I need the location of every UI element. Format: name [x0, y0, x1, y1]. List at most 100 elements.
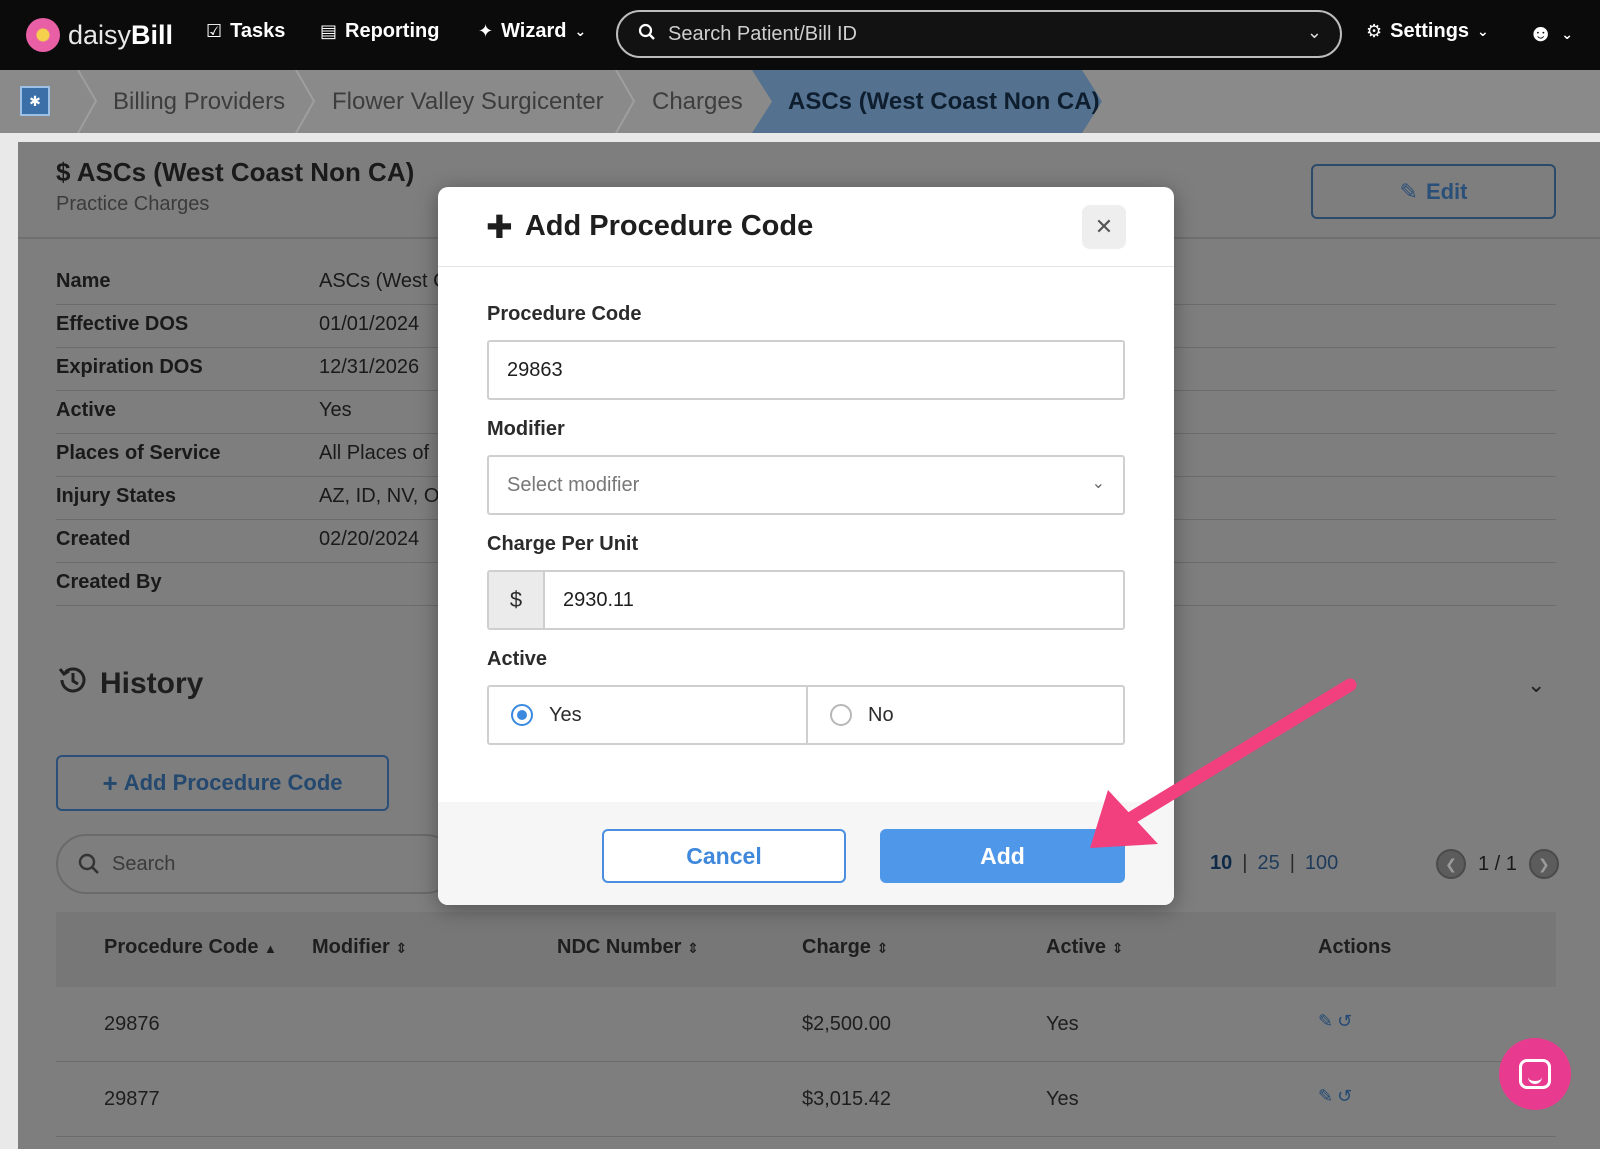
column-header-modifier[interactable]: Modifier ⇕: [312, 936, 407, 959]
breadcrumb-current-page: ASCs (West Coast Non CA): [752, 70, 1102, 133]
history-icon: [56, 663, 90, 705]
table-search-placeholder: Search: [112, 852, 176, 875]
search-icon: [638, 23, 656, 46]
bar-chart-icon: ▤: [320, 21, 338, 41]
charge-per-unit-label: Charge Per Unit: [487, 533, 639, 555]
chevron-down-icon[interactable]: ⌄: [1307, 22, 1322, 43]
currency-addon: $: [489, 572, 545, 628]
page-size-25[interactable]: 25: [1257, 852, 1279, 875]
active-yes-label: Yes: [549, 703, 582, 726]
active-yes-option[interactable]: Yes: [489, 687, 806, 743]
chat-icon: [1519, 1059, 1551, 1089]
column-header-procedure-code[interactable]: Procedure Code ▲: [104, 936, 277, 959]
sort-icon: ⇕: [876, 940, 889, 956]
breadcrumb-flower-valley-surgicenter[interactable]: Flower Valley Surgicenter: [332, 70, 604, 133]
add-button[interactable]: Add: [880, 829, 1125, 883]
billing-provider-home-icon[interactable]: ✱: [20, 86, 50, 116]
detail-label: Effective DOS: [56, 313, 189, 335]
nav-reporting[interactable]: ▤ Reporting: [320, 20, 439, 43]
breadcrumb-separator: [77, 70, 98, 133]
logo-text-light: daisy: [68, 19, 132, 50]
page-indicator: 1 / 1: [1478, 852, 1517, 875]
sort-icon: ⇕: [395, 940, 408, 956]
procedure-code-value: 29863: [507, 358, 563, 381]
previous-page-icon[interactable]: ❮: [1436, 849, 1466, 879]
close-icon[interactable]: ✕: [1082, 205, 1126, 249]
next-page-icon[interactable]: ❯: [1528, 849, 1559, 879]
breadcrumb: ✱ Billing Providers Flower Valley Surgic…: [0, 70, 1600, 133]
charge-per-unit-input[interactable]: $ 2930.11: [487, 570, 1125, 630]
edit-icon[interactable]: ✎: [1318, 1086, 1333, 1107]
row-actions: ✎ ↺: [1318, 1011, 1352, 1032]
patient-search-box[interactable]: ⌄: [616, 10, 1342, 58]
table-search-input[interactable]: Search: [56, 834, 456, 894]
active-no-option[interactable]: No: [806, 687, 1123, 743]
gear-icon: ⚙: [1366, 21, 1383, 41]
column-header-active[interactable]: Active ⇕: [1046, 936, 1123, 959]
breadcrumb-separator: [295, 70, 316, 133]
user-circle-icon: ☻: [1528, 20, 1554, 47]
daisy-flower-icon: [26, 18, 60, 52]
breadcrumb-separator: [615, 70, 636, 133]
chevron-down-icon: ⌄: [1561, 25, 1573, 42]
cell-procedure-code: 29876: [104, 1013, 160, 1035]
detail-label: Injury States: [56, 485, 177, 507]
add-procedure-code-button[interactable]: + Add Procedure Code: [56, 755, 389, 811]
patient-search-input[interactable]: [668, 22, 1268, 46]
modal-footer: Cancel Add: [438, 802, 1174, 905]
chat-launcher-button[interactable]: [1499, 1038, 1571, 1110]
logo-text-bold: Bill: [131, 19, 174, 50]
modifier-select[interactable]: Select modifier ⌄: [487, 455, 1125, 515]
table-row: 29877 $3,015.42 Yes ✎ ↺: [56, 1062, 1556, 1137]
breadcrumb-billing-providers[interactable]: Billing Providers: [113, 70, 285, 133]
daisybill-logo[interactable]: daisy Bill: [26, 18, 173, 52]
edit-button-label: Edit: [1425, 178, 1468, 204]
history-icon[interactable]: ↺: [1337, 1086, 1352, 1107]
page-size-10[interactable]: 10: [1210, 852, 1232, 875]
chevron-down-icon[interactable]: ⌄: [1527, 672, 1545, 698]
table-header: Procedure Code ▲ Modifier ⇕ NDC Number ⇕…: [56, 912, 1556, 987]
detail-value: Yes: [319, 399, 352, 421]
cell-charge: $3,015.42: [802, 1088, 891, 1110]
column-header-ndc-number[interactable]: NDC Number ⇕: [557, 936, 699, 959]
nav-wizard[interactable]: ✦ Wizard ⌄: [478, 20, 586, 43]
column-header-label: Modifier: [312, 936, 390, 958]
detail-value: 12/31/2026: [319, 356, 420, 378]
sort-icon: ⇕: [1111, 940, 1124, 956]
edit-icon: ✎: [1399, 178, 1418, 204]
column-header-actions: Actions: [1318, 936, 1392, 958]
cell-procedure-code: 29877: [104, 1088, 160, 1110]
nav-settings[interactable]: ⚙ Settings ⌄: [1366, 20, 1489, 43]
active-no-label: No: [868, 703, 894, 726]
search-icon: [78, 853, 99, 874]
cancel-button[interactable]: Cancel: [602, 829, 846, 883]
nav-tasks[interactable]: ☑ Tasks: [206, 20, 285, 43]
separator: |: [1242, 852, 1248, 874]
edit-icon[interactable]: ✎: [1318, 1011, 1333, 1032]
active-label: Active: [487, 648, 548, 670]
user-menu[interactable]: ☻ ⌄: [1528, 20, 1573, 48]
page-size-100[interactable]: 100: [1305, 852, 1338, 875]
add-procedure-code-modal: ✚ Add Procedure Code ✕ Procedure Code 29…: [438, 187, 1174, 905]
page-subtitle: Practice Charges: [56, 193, 210, 215]
page-title: $ ASCs (West Coast Non CA): [56, 157, 415, 187]
radio-selected-icon: [511, 704, 533, 726]
breadcrumb-charges[interactable]: Charges: [652, 70, 743, 133]
modifier-label: Modifier: [487, 418, 565, 440]
radio-unselected-icon: [830, 704, 852, 726]
column-header-charge[interactable]: Charge ⇕: [802, 936, 888, 959]
detail-label: Places of Service: [56, 442, 221, 464]
nav-tasks-label: Tasks: [230, 20, 286, 42]
nav-wizard-label: Wizard: [501, 20, 567, 42]
plus-icon: +: [102, 767, 118, 798]
nav-reporting-label: Reporting: [345, 20, 440, 42]
detail-value: All Places of: [319, 442, 430, 464]
edit-button[interactable]: ✎ Edit: [1311, 164, 1556, 219]
history-icon[interactable]: ↺: [1337, 1011, 1352, 1032]
pagination: ❮ 1 / 1 ❯: [1436, 849, 1559, 879]
chevron-down-icon: ⌄: [1091, 475, 1105, 492]
procedure-code-input[interactable]: 29863: [487, 340, 1125, 400]
column-header-label: Active: [1046, 936, 1107, 958]
clipboard-icon: ☑: [206, 21, 223, 41]
plus-icon: ✚: [486, 208, 513, 245]
